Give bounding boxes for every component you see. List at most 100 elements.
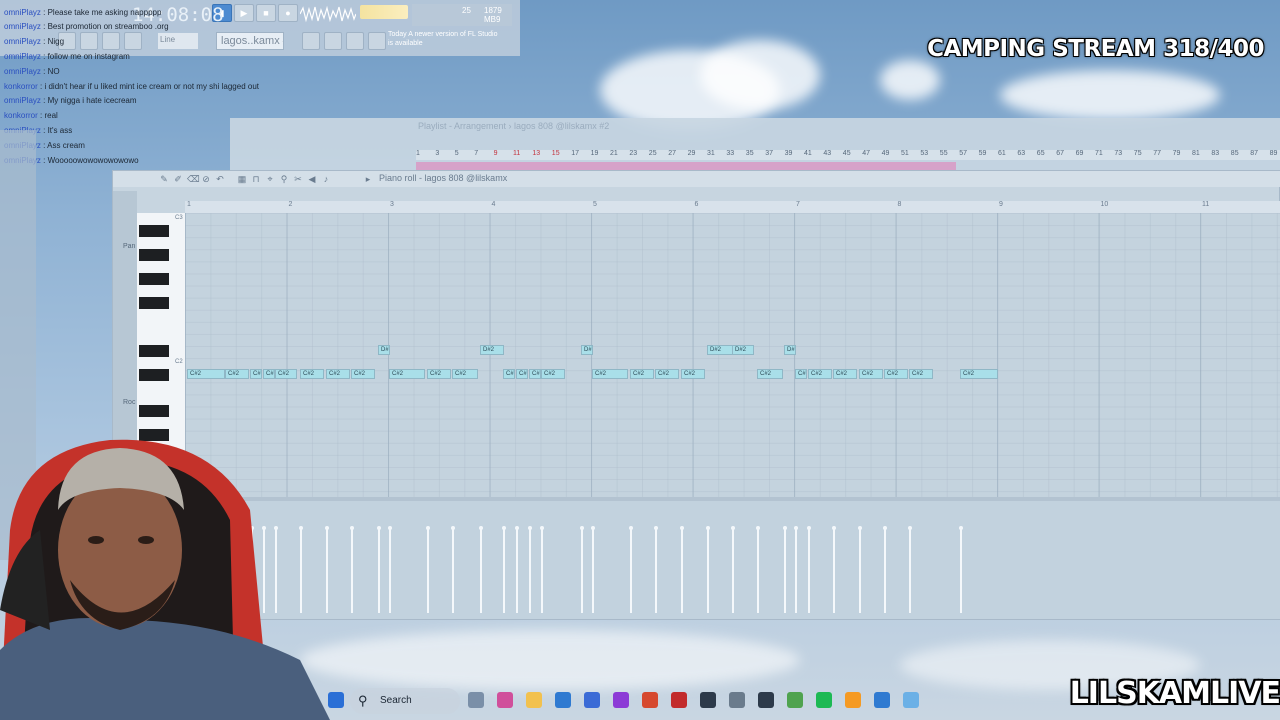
note-c-sharp-2[interactable]: C#2 <box>833 369 857 379</box>
velocity-bar[interactable] <box>629 526 633 613</box>
velocity-bar[interactable] <box>540 526 544 613</box>
pattern-selector[interactable]: lagos..kamx #2 <box>216 32 284 50</box>
piano-roll-ruler[interactable]: 1 2 3 4 5 6 7 8 9 10 11 <box>185 201 1280 213</box>
note-c-sharp-2[interactable]: C#2 <box>795 369 807 379</box>
explorer-icon[interactable] <box>468 692 484 708</box>
velocity-bar[interactable] <box>502 526 506 613</box>
note-c-sharp-2[interactable]: C#2 <box>516 369 528 379</box>
fl-studio-icon[interactable] <box>845 692 861 708</box>
velocity-bar[interactable] <box>591 526 595 613</box>
velocity-bar[interactable] <box>426 526 430 613</box>
discord-icon[interactable] <box>613 692 629 708</box>
snap-tool-icon[interactable]: ▦ <box>237 174 247 184</box>
tool-button[interactable] <box>102 32 120 50</box>
velocity-handle[interactable] <box>908 526 912 530</box>
ctrl-button[interactable] <box>324 32 342 50</box>
note-d-sharp-2[interactable]: D#2 <box>732 345 754 355</box>
velocity-handle[interactable] <box>502 526 506 530</box>
spotify-icon[interactable] <box>816 692 832 708</box>
play-button[interactable]: ▶ <box>234 4 254 22</box>
notepad-icon[interactable] <box>903 692 919 708</box>
velocity-handle[interactable] <box>591 526 595 530</box>
master-volume-meter[interactable] <box>360 5 408 19</box>
note-c-sharp-2[interactable]: C#2 <box>427 369 451 379</box>
velocity-handle[interactable] <box>706 526 710 530</box>
velocity-bar[interactable] <box>858 526 862 613</box>
note-c-sharp-2[interactable]: C#2 <box>503 369 515 379</box>
mute-tool-icon[interactable]: ⊘ <box>201 174 211 184</box>
velocity-handle[interactable] <box>858 526 862 530</box>
snap-select[interactable]: Line <box>158 33 198 49</box>
note-c-sharp-2[interactable]: C#2 <box>808 369 832 379</box>
black-key[interactable] <box>139 249 169 261</box>
black-key[interactable] <box>139 405 169 417</box>
file-explorer-icon[interactable] <box>526 692 542 708</box>
speaker-icon[interactable]: ♪ <box>321 174 331 184</box>
velocity-handle[interactable] <box>783 526 787 530</box>
velocity-bar[interactable] <box>388 526 392 613</box>
window-menu-icon[interactable]: ▸ <box>363 174 373 184</box>
note-c-sharp-2[interactable]: C#2 <box>655 369 679 379</box>
velocity-bar[interactable] <box>706 526 710 613</box>
black-key[interactable] <box>139 273 169 285</box>
velocity-bar[interactable] <box>350 526 354 613</box>
velocity-bar[interactable] <box>479 526 483 613</box>
magnet-icon[interactable]: ⊓ <box>251 174 261 184</box>
note-d-sharp-2[interactable]: D#2 <box>378 345 390 355</box>
velocity-bar[interactable] <box>832 526 836 613</box>
velocity-handle[interactable] <box>629 526 633 530</box>
note-c-sharp-2[interactable]: C#2 <box>681 369 705 379</box>
black-key[interactable] <box>139 297 169 309</box>
velocity-handle[interactable] <box>580 526 584 530</box>
record-button[interactable]: ● <box>278 4 298 22</box>
velocity-bar[interactable] <box>451 526 455 613</box>
select-tool-icon[interactable]: ⌖ <box>265 174 275 184</box>
note-c-sharp-2[interactable]: C#2 <box>187 369 225 379</box>
velocity-bar[interactable] <box>794 526 798 613</box>
note-c-sharp-2[interactable]: C#2 <box>300 369 324 379</box>
note-c-sharp-2[interactable]: C#2 <box>275 369 297 379</box>
velocity-handle[interactable] <box>794 526 798 530</box>
app-icon[interactable] <box>729 692 745 708</box>
note-d-sharp-2[interactable]: D#2 <box>581 345 593 355</box>
news-panel[interactable]: Today A newer version of FL Studio is av… <box>388 30 500 52</box>
velocity-handle[interactable] <box>883 526 887 530</box>
velocity-bar[interactable] <box>680 526 684 613</box>
velocity-handle[interactable] <box>540 526 544 530</box>
play-tool-icon[interactable]: ◀ <box>307 174 317 184</box>
velocity-handle[interactable] <box>377 526 381 530</box>
note-grid[interactable]: D#2D#2D#2D#2D#2D#2C#2C#2C#2C#2C#2C#2C#2C… <box>185 213 1280 497</box>
velocity-handle[interactable] <box>426 526 430 530</box>
velocity-bar[interactable] <box>580 526 584 613</box>
note-c-sharp-2[interactable]: C#2 <box>263 369 275 379</box>
steam-icon[interactable] <box>700 692 716 708</box>
note-c-sharp-2[interactable]: C#2 <box>884 369 908 379</box>
store-icon[interactable] <box>555 692 571 708</box>
paint-tool-icon[interactable]: ✐ <box>173 174 183 184</box>
note-c-sharp-2[interactable]: C#2 <box>452 369 478 379</box>
zoom-tool-icon[interactable]: ⚲ <box>279 174 289 184</box>
black-key[interactable] <box>139 225 169 237</box>
velocity-handle[interactable] <box>479 526 483 530</box>
velocity-handle[interactable] <box>515 526 519 530</box>
note-c-sharp-2[interactable]: C#2 <box>592 369 628 379</box>
velocity-bar[interactable] <box>654 526 658 613</box>
delete-tool-icon[interactable]: ⌫ <box>187 174 200 184</box>
note-c-sharp-2[interactable]: C#2 <box>225 369 249 379</box>
note-c-sharp-2[interactable]: C#2 <box>326 369 350 379</box>
note-c-sharp-2[interactable]: C#2 <box>909 369 933 379</box>
velocity-handle[interactable] <box>350 526 354 530</box>
note-c-sharp-2[interactable]: C#2 <box>630 369 654 379</box>
note-c-sharp-2[interactable]: C#2 <box>389 369 425 379</box>
velocity-handle[interactable] <box>807 526 811 530</box>
slice-tool-icon[interactable]: ✂ <box>293 174 303 184</box>
velocity-bar[interactable] <box>807 526 811 613</box>
tool-button[interactable] <box>80 32 98 50</box>
velocity-bar[interactable] <box>883 526 887 613</box>
velocity-bar[interactable] <box>756 526 760 613</box>
app-icon[interactable] <box>874 692 890 708</box>
shift-button[interactable] <box>302 32 320 50</box>
velocity-bar[interactable] <box>528 526 532 613</box>
note-c-sharp-2[interactable]: C#2 <box>541 369 565 379</box>
velocity-handle[interactable] <box>832 526 836 530</box>
